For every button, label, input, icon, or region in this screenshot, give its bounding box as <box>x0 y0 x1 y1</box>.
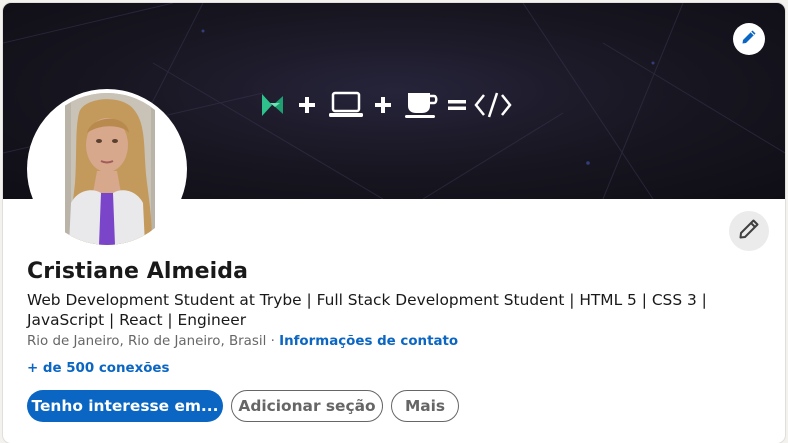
equals-icon <box>448 98 466 112</box>
profile-card: Cristiane Almeida Web Development Studen… <box>3 3 785 443</box>
trybe-logo-icon <box>258 90 286 120</box>
coffee-cup-icon <box>404 90 440 120</box>
laptop-icon <box>328 90 364 120</box>
pencil-icon <box>738 218 760 244</box>
profile-headline: Web Development Student at Trybe | Full … <box>27 291 707 329</box>
more-button[interactable]: Mais <box>391 390 459 422</box>
avatar-photo <box>31 93 183 245</box>
profile-name: Cristiane Almeida <box>27 259 249 284</box>
banner-formula <box>258 87 512 123</box>
profile-location: Rio de Janeiro, Rio de Janeiro, Brasil <box>27 334 267 349</box>
edit-profile-button[interactable] <box>729 211 769 251</box>
open-to-button[interactable]: Tenho interesse em... <box>27 390 223 422</box>
profile-location-line: Rio de Janeiro, Rio de Janeiro, Brasil ·… <box>27 334 458 349</box>
code-brackets-icon <box>474 90 512 120</box>
add-section-button[interactable]: Adicionar seção <box>231 390 383 422</box>
edit-banner-button[interactable] <box>733 23 765 55</box>
pencil-icon <box>741 29 757 49</box>
avatar[interactable] <box>31 93 183 245</box>
plus-icon <box>374 96 392 114</box>
connections-link[interactable]: + de 500 conexões <box>27 361 169 376</box>
plus-icon <box>298 96 316 114</box>
profile-actions: Tenho interesse em... Adicionar seção Ma… <box>27 390 459 422</box>
avatar-frame[interactable] <box>27 89 187 249</box>
contact-info-link[interactable]: Informações de contato <box>279 334 458 349</box>
location-separator: · <box>270 334 275 349</box>
